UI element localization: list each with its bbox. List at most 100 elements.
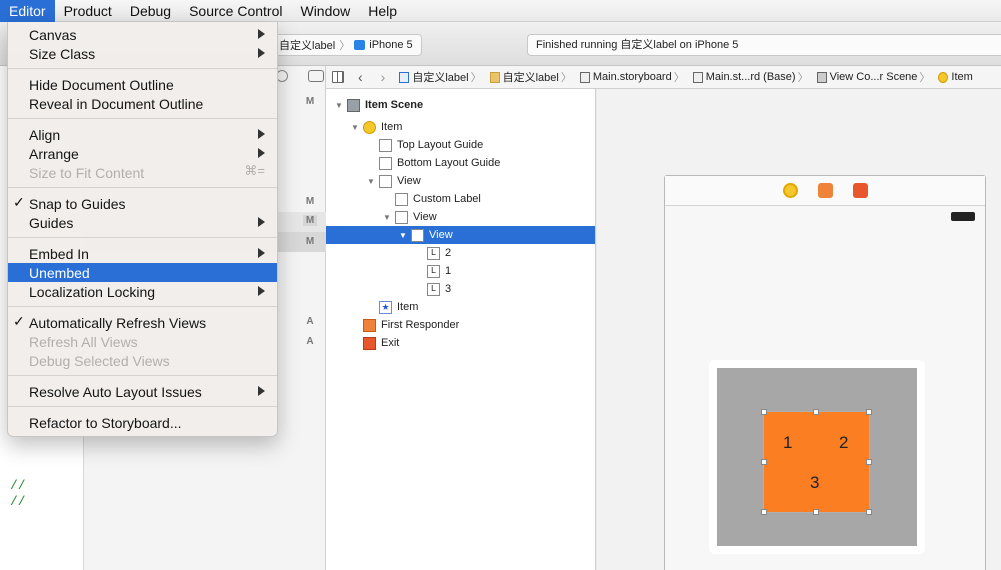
outline-row-first-responder[interactable]: First Responder: [326, 316, 595, 334]
menu-item-unembed[interactable]: Unembed: [8, 263, 277, 282]
menu-item-embed-in[interactable]: Embed In: [8, 244, 277, 263]
breadcrumb-separator: 〉: [470, 72, 482, 84]
outline-row-top-layout-guide[interactable]: Top Layout Guide: [326, 136, 595, 154]
resize-handle[interactable]: [813, 509, 819, 515]
menu-item-label: Embed In: [29, 245, 89, 262]
back-arrow-icon[interactable]: ‹: [358, 69, 363, 85]
scm-status-badge: A: [306, 336, 314, 347]
resize-handle[interactable]: [813, 409, 819, 415]
outline-row-view[interactable]: ▼ View: [326, 208, 595, 226]
scene-dock: [665, 176, 985, 206]
menu-window[interactable]: Window: [291, 0, 359, 22]
resize-handle[interactable]: [866, 409, 872, 415]
menu-item-label: Refactor to Storyboard...: [29, 414, 182, 431]
breadcrumb-item[interactable]: Item: [951, 71, 972, 83]
submenu-arrow-icon: [258, 148, 265, 158]
code-comment: //: [10, 478, 26, 493]
canvas-label-2[interactable]: 2: [839, 433, 848, 453]
menu-item-hide-document-outline[interactable]: Hide Document Outline: [8, 75, 277, 94]
disclosure-triangle-icon[interactable]: ▼: [382, 213, 392, 222]
outline-row-item[interactable]: ▼ Item: [326, 118, 595, 136]
menu-product[interactable]: Product: [55, 0, 121, 22]
container-view[interactable]: 1 2 3: [709, 360, 925, 554]
resize-handle[interactable]: [761, 509, 767, 515]
menu-item-label: Reveal in Document Outline: [29, 95, 204, 112]
swift-file-icon: [399, 71, 410, 83]
menu-item-label: Debug Selected Views: [29, 352, 170, 369]
menu-separator: [8, 118, 277, 119]
menu-item-label: Localization Locking: [29, 283, 156, 300]
menu-item-refactor-to-storyboard[interactable]: Refactor to Storyboard...: [8, 413, 277, 432]
outline-row-exit[interactable]: Exit: [326, 334, 595, 352]
outline-row-label-1[interactable]: L 1: [326, 262, 595, 280]
menu-item-label: Size Class: [29, 45, 96, 62]
breadcrumb-separator: 〉: [560, 72, 572, 84]
breadcrumb-storyboard-base[interactable]: Main.st...rd (Base): [706, 71, 796, 83]
outline-row-custom-label[interactable]: Custom Label: [326, 190, 595, 208]
breadcrumb-separator: 〉: [797, 72, 809, 84]
disclosure-triangle-icon[interactable]: ▼: [398, 231, 408, 240]
menu-item-size-to-fit-content[interactable]: Size to Fit Content ⌘=: [8, 163, 277, 182]
breadcrumb-scene[interactable]: View Co...r Scene: [830, 71, 918, 83]
menu-help[interactable]: Help: [359, 0, 406, 22]
menu-item-refresh-all-views[interactable]: Refresh All Views: [8, 332, 277, 351]
view-icon: [411, 228, 424, 242]
view-controller-icon[interactable]: [782, 183, 798, 198]
checkmark-icon: ✓: [13, 313, 25, 329]
scheme-selector[interactable]: 自定义label 〉 iPhone 5: [270, 34, 422, 56]
gray-view[interactable]: 1 2 3: [717, 368, 917, 546]
label-icon: L: [427, 282, 440, 296]
menu-item-automatically-refresh-views[interactable]: ✓ Automatically Refresh Views: [8, 313, 277, 332]
menu-item-debug-selected-views[interactable]: Debug Selected Views: [8, 351, 277, 370]
menu-separator: [8, 68, 277, 69]
breadcrumb-project[interactable]: 自定义label: [412, 69, 468, 85]
outline-row-tab-bar-item[interactable]: ★ Item: [326, 298, 595, 316]
resize-handle[interactable]: [866, 459, 872, 465]
disclosure-triangle-icon[interactable]: ▼: [334, 101, 344, 110]
menu-item-snap-to-guides[interactable]: ✓ Snap to Guides: [8, 194, 277, 213]
resize-handle[interactable]: [761, 459, 767, 465]
menu-debug[interactable]: Debug: [121, 0, 180, 22]
outline-label: 1: [445, 265, 452, 277]
resize-handle[interactable]: [761, 409, 767, 415]
disclosure-triangle-icon[interactable]: ▼: [366, 177, 376, 186]
storyboard-canvas[interactable]: 1 2 3: [597, 89, 1001, 570]
disclosure-triangle-icon[interactable]: ▼: [350, 123, 360, 132]
folder-icon: [489, 71, 500, 83]
view-controller-scene[interactable]: 1 2 3: [664, 175, 986, 570]
menu-item-guides[interactable]: Guides: [8, 213, 277, 232]
forward-arrow-icon[interactable]: ›: [381, 69, 386, 85]
outline-row-view-selected[interactable]: ▼ View: [326, 226, 595, 244]
menu-editor[interactable]: Editor: [0, 0, 55, 22]
menu-item-reveal-in-document-outline[interactable]: Reveal in Document Outline: [8, 94, 277, 113]
breadcrumb-storyboard[interactable]: Main.storyboard: [593, 71, 672, 83]
outline-row-view[interactable]: ▼ View: [326, 172, 595, 190]
menu-item-canvas[interactable]: Canvas: [8, 25, 277, 44]
selected-orange-view[interactable]: 1 2 3: [761, 409, 872, 515]
submenu-arrow-icon: [258, 48, 265, 58]
canvas-label-1[interactable]: 1: [783, 433, 792, 453]
scm-status-badge: A: [306, 316, 314, 327]
outline-row-item-scene[interactable]: ▼ Item Scene: [326, 96, 595, 114]
menu-separator: [8, 187, 277, 188]
exit-icon[interactable]: [852, 183, 868, 198]
outline-row-bottom-layout-guide[interactable]: Bottom Layout Guide: [326, 154, 595, 172]
menu-item-align[interactable]: Align: [8, 125, 277, 144]
tab-bar-item-icon: ★: [379, 300, 392, 314]
comment-bubble-icon[interactable]: [308, 70, 324, 82]
resize-handle[interactable]: [866, 509, 872, 515]
menu-item-localization-locking[interactable]: Localization Locking: [8, 282, 277, 301]
canvas-label-3[interactable]: 3: [810, 473, 819, 493]
document-outline: ▼ Item Scene ▼ Item Top Layout Guide Bot…: [326, 89, 596, 570]
first-responder-icon[interactable]: [817, 183, 833, 198]
breadcrumb-folder[interactable]: 自定义label: [503, 69, 559, 85]
outline-row-label-3[interactable]: L 3: [326, 280, 595, 298]
menu-item-arrange[interactable]: Arrange: [8, 144, 277, 163]
menu-source-control[interactable]: Source Control: [180, 0, 291, 22]
grid-icon[interactable]: [332, 71, 344, 83]
menu-item-size-class[interactable]: Size Class: [8, 44, 277, 63]
menu-item-label: Automatically Refresh Views: [29, 314, 207, 331]
outline-row-label-2[interactable]: L 2: [326, 244, 595, 262]
menu-item-resolve-auto-layout-issues[interactable]: Resolve Auto Layout Issues: [8, 382, 277, 401]
submenu-arrow-icon: [258, 217, 265, 227]
